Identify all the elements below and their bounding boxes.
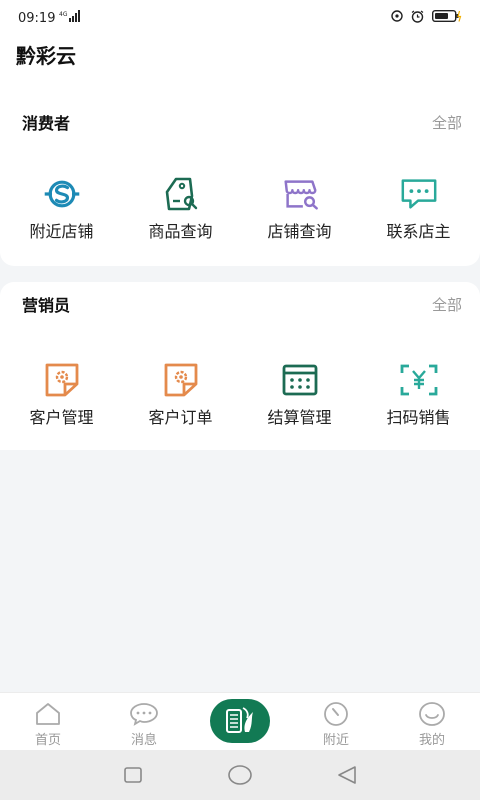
tab-label: 附近	[322, 733, 349, 748]
grid-item-label: 客户管理	[29, 408, 94, 427]
message-icon	[129, 701, 159, 727]
grid-item-scan-sale[interactable]: 扫码销售	[359, 360, 478, 428]
customer-order-icon	[161, 360, 201, 400]
system-nav-bar	[0, 750, 480, 800]
grid-item-label: 客户订单	[148, 408, 213, 427]
consumer-section-title: 消费者	[22, 114, 71, 133]
compass-icon	[321, 701, 351, 727]
tab-messages[interactable]: 消息	[96, 693, 192, 751]
grid-item-contact-owner[interactable]: 联系店主	[359, 174, 478, 242]
settlement-icon	[280, 360, 320, 400]
grid-item-product-search[interactable]: 商品查询	[121, 174, 240, 242]
status-time: 09:19	[18, 10, 56, 26]
tab-profile[interactable]: 我的	[384, 693, 480, 751]
alarm-icon	[411, 10, 424, 27]
tab-label: 我的	[418, 733, 445, 748]
grid-item-store-search[interactable]: 店铺查询	[240, 174, 359, 242]
scan-sale-icon	[399, 360, 439, 400]
marketer-section-header: 营销员 全部	[0, 282, 480, 326]
nearby-store-icon	[42, 174, 82, 214]
recent-apps-icon[interactable]	[118, 760, 148, 790]
bottom-tab-bar: 首页 消息 附近 我的	[0, 692, 480, 750]
marketer-section: 营销员 全部 客户管理 客户订单 结算管理 扫码销售	[0, 282, 480, 450]
marketer-section-title: 营销员	[22, 296, 71, 315]
grid-item-settlement[interactable]: 结算管理	[240, 360, 359, 428]
grid-item-label: 扫码销售	[386, 408, 451, 427]
status-bar: 09:19 4G	[0, 0, 480, 36]
location-icon	[391, 10, 403, 26]
product-search-icon	[161, 174, 201, 214]
tab-label: 首页	[34, 733, 61, 748]
app-header: 黔彩云	[0, 36, 480, 100]
consumer-section-header: 消费者 全部	[0, 100, 480, 144]
svg-text:4G: 4G	[59, 11, 68, 18]
brand-logo-icon	[210, 699, 270, 743]
consumer-grid: 附近店铺 商品查询 店铺查询 联系店主	[0, 174, 480, 242]
store-search-icon	[280, 174, 320, 214]
page-title: 黔彩云	[16, 44, 76, 68]
grid-item-label: 附近店铺	[29, 222, 94, 241]
grid-item-label: 商品查询	[148, 222, 213, 241]
battery-icon	[431, 9, 462, 27]
home-circle-icon[interactable]	[225, 760, 255, 790]
grid-item-customer-order[interactable]: 客户订单	[121, 360, 240, 428]
marketer-grid: 客户管理 客户订单 结算管理 扫码销售	[0, 360, 480, 428]
consumer-section: 消费者 全部 附近店铺 商品查询 店铺查询 联系店主	[0, 100, 480, 266]
tab-label: 消息	[130, 733, 157, 748]
tab-nearby[interactable]: 附近	[288, 693, 384, 751]
consumer-see-all-link[interactable]: 全部	[432, 112, 462, 133]
profile-icon	[417, 701, 447, 727]
customer-management-icon	[42, 360, 82, 400]
grid-item-nearby-store[interactable]: 附近店铺	[2, 174, 121, 242]
marketer-see-all-link[interactable]: 全部	[432, 294, 462, 315]
grid-item-customer-management[interactable]: 客户管理	[2, 360, 121, 428]
tab-home[interactable]: 首页	[0, 693, 96, 751]
home-icon	[33, 701, 63, 727]
back-triangle-icon[interactable]	[332, 760, 362, 790]
grid-item-label: 结算管理	[267, 408, 332, 427]
chat-icon	[399, 174, 439, 214]
signal-icon: 4G	[59, 10, 81, 26]
tab-center-brand[interactable]	[192, 693, 288, 751]
grid-item-label: 店铺查询	[267, 222, 332, 241]
grid-item-label: 联系店主	[386, 222, 451, 241]
